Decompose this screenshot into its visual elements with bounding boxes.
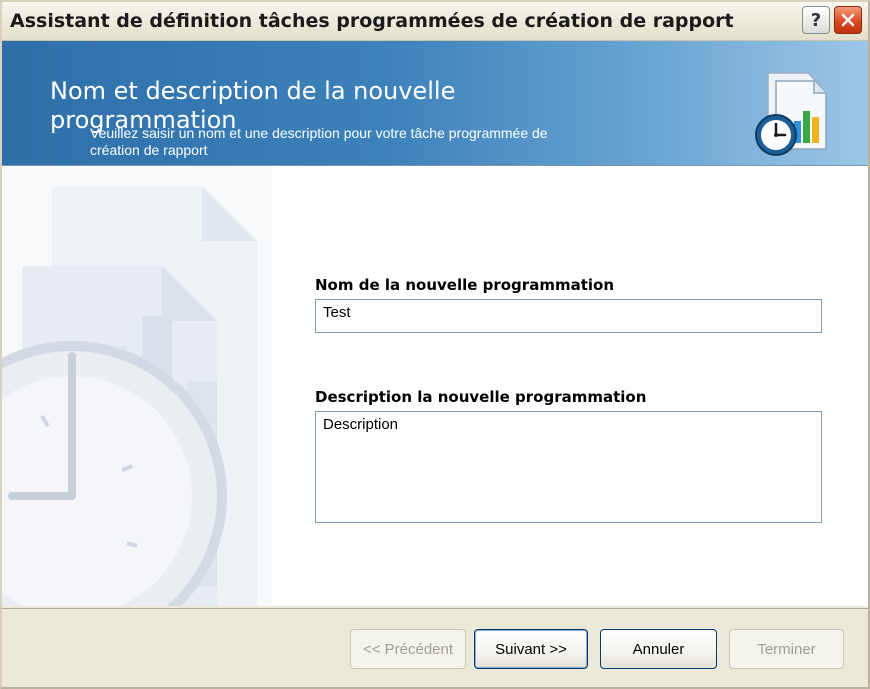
- description-textarea-value: Description: [323, 416, 399, 433]
- previous-button[interactable]: << Précédent: [350, 629, 466, 669]
- wizard-window: Assistant de définition tâches programmé…: [0, 0, 870, 689]
- next-button[interactable]: Suivant >>: [474, 629, 588, 669]
- help-button[interactable]: ?: [802, 6, 830, 34]
- name-label: Nom de la nouvelle programmation: [315, 276, 614, 294]
- window-title: Assistant de définition tâches programmé…: [10, 10, 734, 32]
- description-label: Description la nouvelle programmation: [315, 388, 647, 406]
- report-watermark-icon: [2, 166, 272, 606]
- close-icon: [841, 13, 855, 27]
- finish-button[interactable]: Terminer: [729, 629, 844, 669]
- report-schedule-icon: [755, 72, 827, 156]
- cancel-button[interactable]: Annuler: [600, 629, 717, 669]
- wizard-body: Nom de la nouvelle programmation Test De…: [2, 166, 868, 606]
- close-button[interactable]: [834, 6, 862, 34]
- help-icon: ?: [810, 9, 822, 31]
- name-input[interactable]: Test: [315, 299, 822, 333]
- title-bar[interactable]: Assistant de définition tâches programmé…: [2, 2, 868, 41]
- header-banner: Nom et description de la nouvelle progra…: [2, 41, 868, 166]
- description-textarea[interactable]: Description: [315, 411, 822, 523]
- name-input-value: Test: [323, 304, 351, 321]
- page-subtitle: Veuillez saisir un nom et une descriptio…: [90, 125, 548, 158]
- button-bar: << Précédent Suivant >> Annuler Terminer: [2, 608, 868, 687]
